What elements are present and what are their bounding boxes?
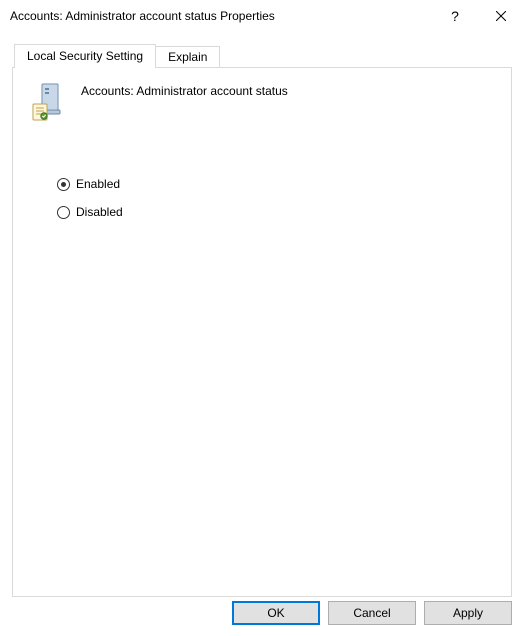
client-area: Local Security Setting Explain Accounts:… [0, 32, 524, 590]
ok-button[interactable]: OK [232, 601, 320, 625]
radio-group: Enabled Disabled [57, 177, 493, 219]
close-icon [496, 11, 506, 21]
apply-button[interactable]: Apply [424, 601, 512, 625]
button-label: Cancel [353, 606, 390, 620]
help-icon: ? [451, 8, 459, 24]
help-button[interactable]: ? [432, 0, 478, 32]
window-title: Accounts: Administrator account status P… [10, 9, 432, 23]
policy-server-icon [31, 82, 67, 122]
policy-name: Accounts: Administrator account status [81, 82, 288, 98]
radio-disabled[interactable]: Disabled [57, 205, 493, 219]
tab-panel: Accounts: Administrator account status E… [12, 67, 512, 597]
policy-header: Accounts: Administrator account status [31, 82, 493, 122]
tabstrip: Local Security Setting Explain [14, 44, 512, 67]
tab-label: Local Security Setting [27, 49, 143, 63]
close-button[interactable] [478, 0, 524, 32]
cancel-button[interactable]: Cancel [328, 601, 416, 625]
radio-label: Disabled [76, 205, 123, 219]
tab-explain[interactable]: Explain [156, 46, 220, 67]
button-label: Apply [453, 606, 483, 620]
tab-local-security-setting[interactable]: Local Security Setting [14, 44, 156, 68]
button-label: OK [267, 606, 284, 620]
titlebar: Accounts: Administrator account status P… [0, 0, 524, 32]
radio-button-icon [57, 206, 70, 219]
tab-label: Explain [168, 50, 207, 64]
radio-enabled[interactable]: Enabled [57, 177, 493, 191]
radio-label: Enabled [76, 177, 120, 191]
radio-button-icon [57, 178, 70, 191]
